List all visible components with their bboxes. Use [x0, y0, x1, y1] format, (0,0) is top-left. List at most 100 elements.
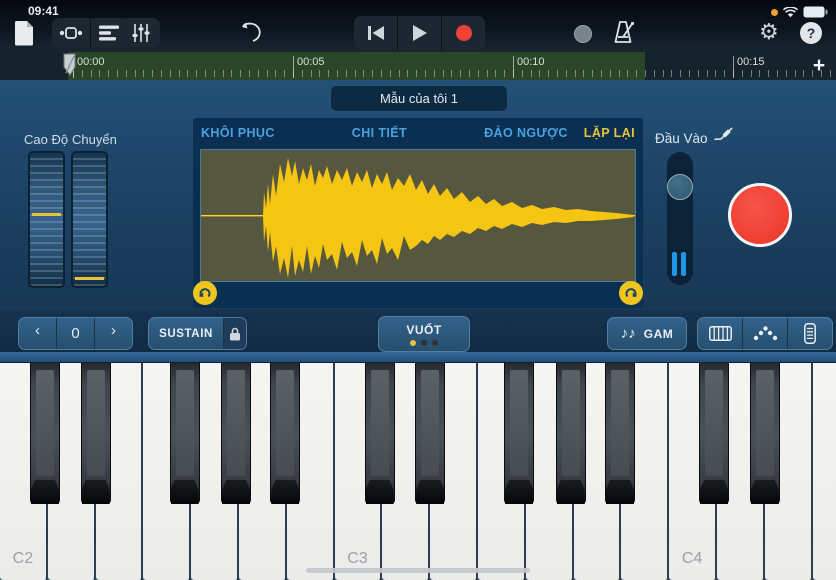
black-key-face	[756, 370, 774, 476]
playhead-marker[interactable]	[62, 53, 78, 77]
rewind-button[interactable]	[354, 16, 397, 50]
ruler-tick	[645, 70, 646, 77]
master-volume-slider[interactable]	[504, 31, 598, 35]
record-transport-button[interactable]	[442, 16, 485, 50]
black-key-face	[611, 370, 629, 476]
input-level-slider[interactable]	[667, 152, 693, 285]
document-icon[interactable]	[14, 20, 35, 46]
page-dots	[410, 340, 438, 346]
timeline-ruler[interactable]: 00:0000:0500:1000:15 +	[0, 52, 836, 80]
ruler-tick	[619, 70, 620, 77]
instrument-view-button[interactable]	[52, 18, 90, 48]
arpeggiator-button[interactable]	[743, 318, 787, 349]
scale-button[interactable]: ♪♪ GAM	[607, 317, 687, 350]
keyboard-control-bar: ‹ 0 › SUSTAIN VUỐT ♪♪	[0, 310, 836, 352]
ruler-tick	[311, 70, 312, 77]
ruler-tick	[777, 70, 778, 77]
tab-khoi-phuc[interactable]: KHÔI PHỤC	[201, 126, 275, 140]
black-key-face	[562, 370, 580, 476]
view-switch-group	[52, 18, 129, 48]
black-key-face	[510, 370, 528, 476]
play-icon	[412, 24, 428, 42]
black-key[interactable]	[30, 363, 60, 504]
tab-chi-tiet[interactable]: CHI TIẾT	[352, 126, 407, 140]
ruler-tick	[557, 70, 558, 77]
black-key[interactable]	[221, 363, 251, 504]
page-dot	[432, 340, 438, 346]
sustain-lock-button[interactable]	[224, 318, 246, 349]
sample-record-button[interactable]	[728, 183, 792, 247]
black-key[interactable]	[415, 363, 445, 504]
black-key-foot	[222, 480, 250, 504]
transpose-wheel[interactable]	[71, 151, 108, 288]
ruler-time-label: 00:15	[737, 56, 765, 68]
octave-down-button[interactable]: ‹	[19, 317, 56, 346]
scale-strip-button[interactable]	[788, 318, 832, 349]
ruler-tick	[531, 70, 532, 77]
transport-controls	[354, 16, 485, 50]
home-indicator[interactable]	[306, 568, 530, 573]
keyboard-mode-button[interactable]	[698, 318, 742, 349]
ruler-tick	[328, 70, 329, 77]
ruler-tick	[214, 70, 215, 77]
piano-keyboard[interactable]: C2C3C4	[0, 363, 836, 580]
ruler-tick	[627, 70, 628, 77]
add-section-button[interactable]: +	[806, 52, 832, 80]
ruler-tick	[258, 70, 259, 77]
swipe-page-button[interactable]: VUỐT	[378, 316, 470, 352]
black-key[interactable]	[81, 363, 111, 504]
black-key[interactable]	[605, 363, 635, 504]
sample-editor-tabs: KHÔI PHỤC CHI TIẾT ĐẢO NGƯỢC LẶP LẠI	[193, 118, 643, 148]
black-key[interactable]	[365, 363, 395, 504]
undo-button[interactable]	[237, 22, 263, 44]
pitch-wheel[interactable]	[28, 151, 65, 288]
tab-lap-lai[interactable]: LẶP LẠI	[584, 126, 635, 140]
settings-gear-icon[interactable]: ⚙	[759, 19, 779, 45]
wifi-icon	[783, 7, 798, 18]
ruler-tick	[117, 70, 118, 77]
waveform-display[interactable]	[200, 149, 636, 282]
black-key-face	[176, 370, 194, 476]
ruler-tick	[240, 70, 241, 77]
ruler-tick	[187, 70, 188, 77]
page-dot	[421, 340, 427, 346]
ruler-tick	[478, 70, 479, 77]
ruler-tick	[135, 70, 136, 77]
octave-up-button[interactable]: ›	[95, 317, 132, 346]
instrument-view-icon	[59, 26, 83, 40]
ruler-tick	[372, 70, 373, 77]
metronome-button[interactable]	[611, 20, 637, 45]
black-key-foot	[82, 480, 110, 504]
garageband-sampler-screen: 09:41	[0, 0, 836, 580]
tab-dao-nguoc[interactable]: ĐẢO NGƯỢC	[484, 126, 568, 140]
ruler-tick	[399, 70, 400, 77]
black-key[interactable]	[556, 363, 586, 504]
black-key[interactable]	[504, 363, 534, 504]
ruler-major-tick	[513, 56, 514, 78]
white-key[interactable]	[813, 363, 836, 580]
black-key-face	[371, 370, 389, 476]
sample-name-button[interactable]: Mẫu của tôi 1	[330, 85, 508, 112]
sustain-button[interactable]: SUSTAIN	[149, 318, 223, 349]
ruler-tick	[504, 70, 505, 77]
ruler-tick	[381, 70, 382, 77]
input-level-knob[interactable]	[667, 174, 693, 200]
volume-slider-thumb[interactable]	[574, 25, 592, 43]
octave-value: 0	[57, 318, 94, 349]
loop-end-handle[interactable]	[619, 281, 643, 305]
black-key-foot	[606, 480, 634, 504]
keyboard-top-strip	[0, 352, 836, 363]
black-key[interactable]	[699, 363, 729, 504]
loop-start-handle[interactable]	[193, 281, 217, 305]
ruler-tick	[337, 70, 338, 77]
ruler-tick	[575, 70, 576, 77]
black-key[interactable]	[750, 363, 780, 504]
ruler-tick	[355, 70, 356, 77]
mixer-button[interactable]	[122, 18, 160, 48]
help-button[interactable]: ?	[800, 22, 822, 44]
ruler-tick	[223, 70, 224, 77]
black-key[interactable]	[170, 363, 200, 504]
play-button[interactable]	[398, 16, 441, 50]
black-key[interactable]	[270, 363, 300, 504]
ruler-tick	[82, 70, 83, 77]
